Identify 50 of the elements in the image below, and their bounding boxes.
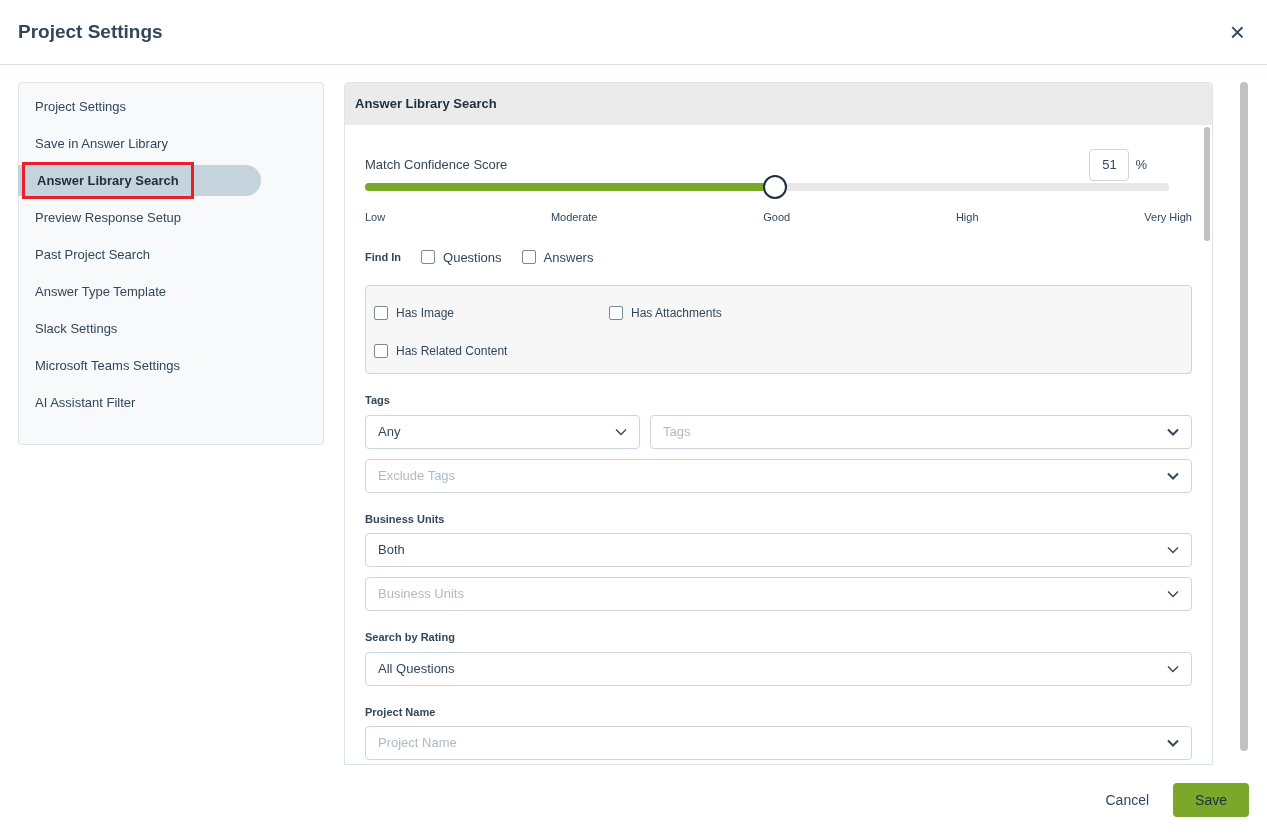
score-input[interactable]: 51	[1089, 149, 1130, 181]
dropdown-field[interactable]: Any	[365, 414, 640, 449]
unit-label: %	[1135, 156, 1147, 175]
checkbox-label: Has Attachments	[631, 305, 722, 322]
checkbox[interactable]	[374, 306, 388, 320]
sidebar-item[interactable]: Save in Answer Library	[19, 128, 323, 159]
checkbox-label: Has Related Content	[396, 343, 508, 360]
chevron-down-icon	[1167, 664, 1179, 673]
dropdown-field[interactable]: All Questions	[365, 651, 1192, 686]
sidebar-item[interactable]: Answer Type Template	[19, 276, 323, 307]
slider-thumb[interactable]	[763, 175, 788, 199]
dialog-title: Project Settings	[18, 19, 163, 44]
checkbox-label: Has Image	[396, 305, 455, 322]
field-label: Business Units	[365, 511, 446, 527]
scale-label: Low	[365, 210, 386, 225]
score-label: Match Confidence Score	[365, 156, 508, 175]
field-label: Project Name	[365, 704, 437, 720]
chevron-down-icon	[1167, 427, 1179, 436]
chevron-down-icon	[1167, 590, 1179, 598]
dropdown-field[interactable]: Both	[365, 533, 1192, 567]
save-button[interactable]: Save	[1173, 783, 1249, 817]
panel-header: Answer Library Search	[345, 83, 1212, 125]
sidebar-item[interactable]: Past Project Search	[19, 239, 323, 270]
sidebar-item[interactable]: Microsoft Teams Settings	[19, 350, 323, 381]
sidebar-item[interactable]: Project Settings	[19, 91, 323, 122]
scale-label: High	[955, 210, 979, 225]
scrollbar[interactable]	[1204, 127, 1210, 241]
checkbox[interactable]	[609, 306, 623, 320]
checkbox[interactable]	[374, 344, 388, 358]
scrollbar[interactable]	[1240, 82, 1248, 751]
close-button[interactable]: ×	[1229, 19, 1245, 45]
scale-label: Very High	[1144, 210, 1192, 225]
checkbox[interactable]	[421, 250, 436, 265]
checkbox[interactable]	[521, 250, 536, 265]
cancel-button[interactable]: Cancel	[1105, 789, 1150, 811]
chevron-down-icon	[1167, 739, 1179, 747]
checkbox-label: Answers	[543, 248, 594, 267]
find-in-label: Find In	[365, 250, 402, 265]
scale-label: Good	[763, 210, 791, 225]
sidebar-item[interactable]: Preview Response Setup	[19, 202, 323, 233]
chevron-down-icon	[1167, 546, 1179, 554]
sidebar-item[interactable]: Answer Library Search	[18, 165, 261, 196]
scale-label: Moderate	[550, 210, 598, 225]
sidebar-item[interactable]: AI Assistant Filter	[19, 387, 323, 418]
field-label: Search by Rating	[365, 630, 456, 645]
checkbox-label: Questions	[443, 248, 502, 267]
field-label: Tags	[365, 393, 391, 408]
chevron-down-icon	[1167, 471, 1179, 480]
sidebar-item[interactable]: Slack Settings	[19, 313, 323, 344]
chevron-down-icon	[615, 427, 627, 436]
